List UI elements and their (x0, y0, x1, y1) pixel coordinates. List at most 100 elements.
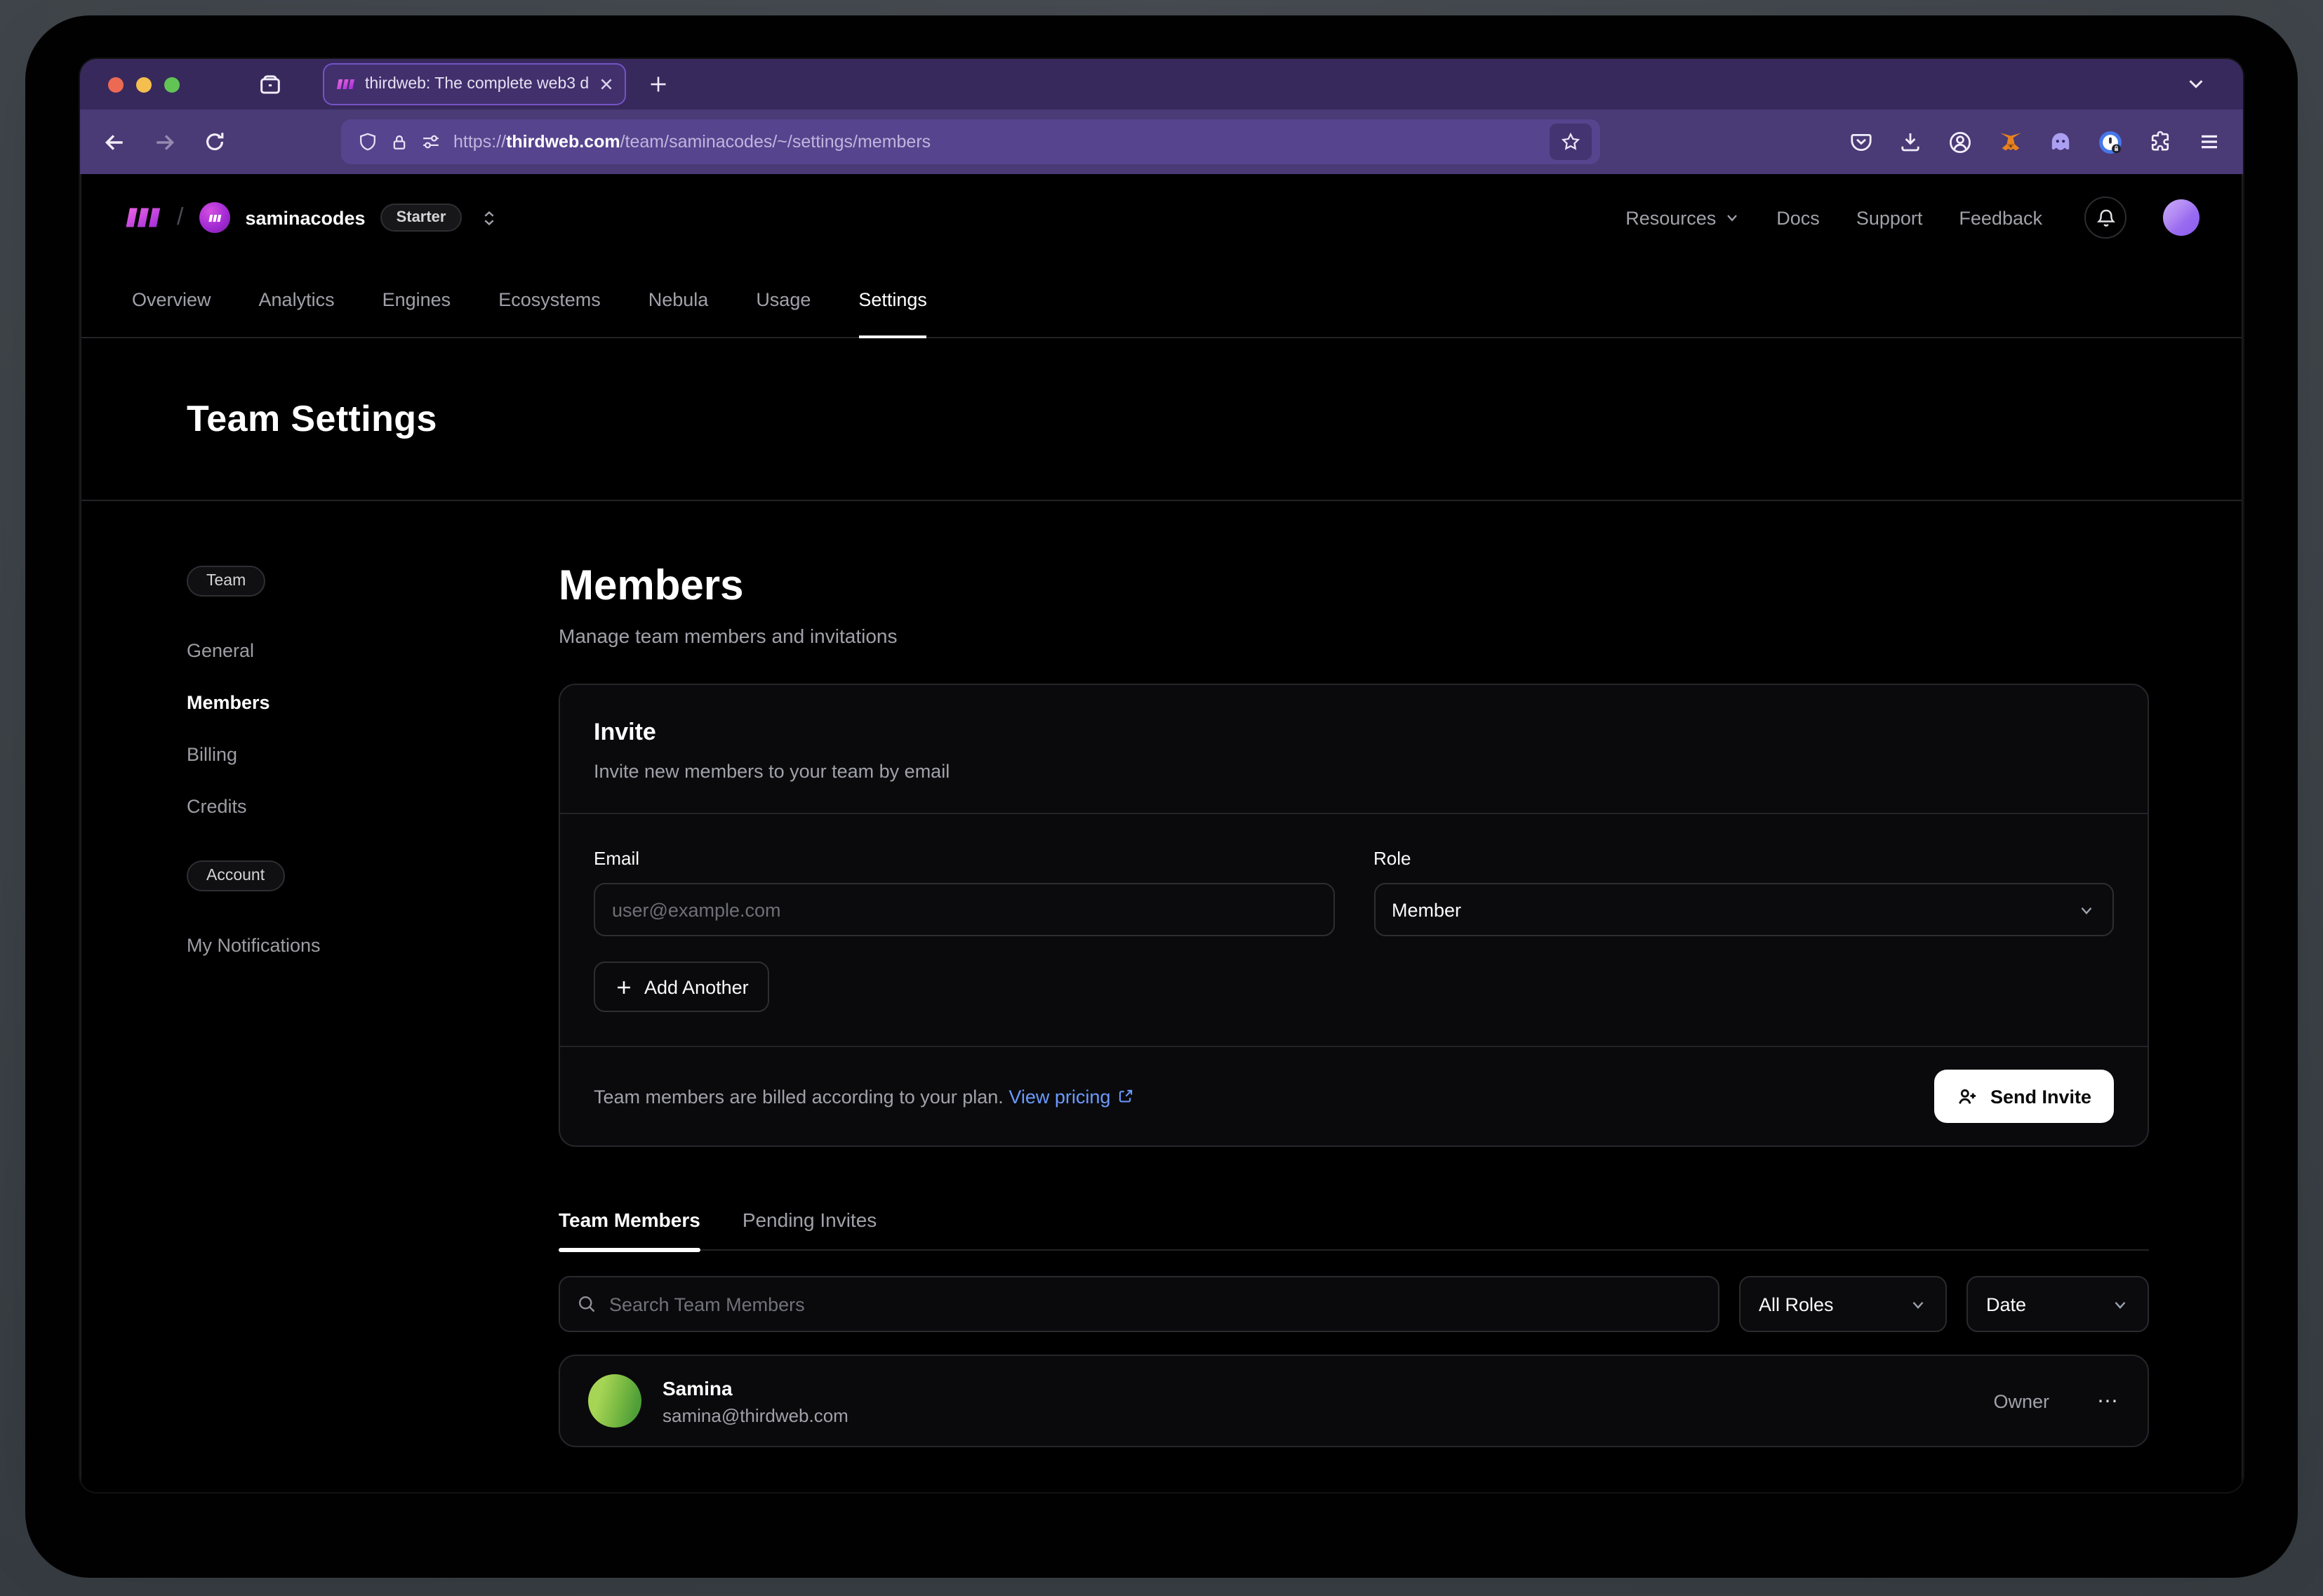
invite-description: Invite new members to your team by email (594, 761, 2114, 782)
browser-titlebar: thirdweb: The complete web3 d (80, 59, 2243, 109)
account-icon[interactable] (1948, 130, 1972, 154)
member-row: Samina samina@thirdweb.com Owner ⋯ (559, 1355, 2149, 1447)
external-link-icon (1117, 1088, 1134, 1105)
site-navbar: / saminacodes Starter Resources Doc (81, 174, 2242, 261)
email-field-group: Email (594, 848, 1334, 936)
sidebar-account-badge: Account (187, 860, 284, 891)
back-icon[interactable] (102, 130, 126, 154)
invite-card: Invite Invite new members to your team b… (559, 684, 2149, 1147)
support-link[interactable]: Support (1856, 207, 1923, 228)
url-text: https://thirdweb.com/team/saminacodes/~/… (453, 132, 931, 152)
tab-usage[interactable]: Usage (756, 261, 811, 337)
metamask-icon[interactable] (1999, 130, 2023, 154)
tab-settings[interactable]: Settings (858, 261, 927, 337)
resources-menu[interactable]: Resources (1625, 207, 1740, 228)
view-pricing-link[interactable]: View pricing (1009, 1086, 1134, 1107)
tab-overview[interactable]: Overview (132, 261, 211, 337)
role-filter-select[interactable]: All Roles (1739, 1276, 1947, 1332)
plus-icon (615, 978, 633, 996)
tab-analytics[interactable]: Analytics (259, 261, 335, 337)
sidebar-team-badge: Team (187, 566, 265, 597)
bookmark-star-icon[interactable] (1550, 124, 1592, 160)
phantom-icon[interactable] (2049, 131, 2072, 153)
members-panel: Members Manage team members and invitati… (559, 566, 2149, 1492)
member-actions-menu-icon[interactable]: ⋯ (2097, 1390, 2119, 1411)
permissions-icon[interactable] (421, 132, 441, 152)
downloads-icon[interactable] (1899, 131, 1922, 153)
tab-ecosystems[interactable]: Ecosystems (498, 261, 601, 337)
firefox-view-icon[interactable] (258, 72, 282, 96)
list-all-tabs-icon[interactable] (2185, 73, 2206, 94)
user-plus-icon (1957, 1086, 1978, 1107)
thirdweb-dashboard: / saminacodes Starter Resources Doc (80, 174, 2243, 1492)
member-name: Samina (663, 1376, 848, 1399)
tab-pending-invites[interactable]: Pending Invites (743, 1209, 877, 1249)
browser-tab[interactable]: thirdweb: The complete web3 d (324, 65, 625, 104)
chevron-down-icon (1723, 209, 1740, 226)
thirdweb-logo[interactable] (124, 206, 161, 229)
role-select[interactable]: Member (1373, 883, 2114, 936)
forward-icon[interactable] (153, 130, 177, 154)
settings-content: Team General Members Billing Credits Acc… (81, 501, 2242, 1492)
minimize-window-button[interactable] (136, 77, 152, 92)
sidebar-item-members[interactable]: Members (187, 679, 467, 726)
page-header: Team Settings (81, 338, 2242, 501)
plan-badge: Starter (381, 204, 462, 232)
tab-engines[interactable]: Engines (382, 261, 451, 337)
tab-team-members[interactable]: Team Members (559, 1209, 700, 1249)
browser-window: thirdweb: The complete web3 d (80, 59, 2243, 1492)
feedback-link[interactable]: Feedback (1959, 207, 2042, 228)
sidebar-account-items: My Notifications (187, 922, 467, 974)
member-email: samina@thirdweb.com (663, 1404, 848, 1425)
sidebar-item-credits[interactable]: Credits (187, 783, 467, 830)
tab-favicon-thirdweb-icon (335, 77, 355, 91)
role-select-value: Member (1392, 899, 1461, 920)
billing-note: Team members are billed according to you… (594, 1086, 1134, 1107)
member-avatar (588, 1374, 641, 1428)
date-sort-select[interactable]: Date (1966, 1276, 2149, 1332)
send-invite-button[interactable]: Send Invite (1934, 1070, 2114, 1123)
new-tab-button[interactable] (648, 74, 668, 94)
menu-hamburger-icon[interactable] (2198, 131, 2221, 153)
invite-form: Email Role Member (560, 813, 2148, 1046)
invite-card-header: Invite Invite new members to your team b… (560, 685, 2148, 813)
extensions-puzzle-icon[interactable] (2149, 131, 2171, 153)
window-controls (108, 77, 180, 92)
sidebar-item-notifications[interactable]: My Notifications (187, 922, 467, 969)
tab-close-icon[interactable] (599, 77, 613, 91)
brand-breadcrumb: / saminacodes Starter (124, 202, 498, 233)
role-label: Role (1373, 848, 2114, 869)
tab-nebula[interactable]: Nebula (648, 261, 709, 337)
add-another-button[interactable]: Add Another (594, 962, 770, 1012)
members-filter-row: All Roles Date (559, 1276, 2149, 1332)
notifications-bell-icon[interactable] (2084, 197, 2126, 239)
page-title: Team Settings (187, 397, 437, 441)
members-list-tabs: Team Members Pending Invites (559, 1209, 2149, 1251)
sidebar-item-general[interactable]: General (187, 627, 467, 674)
search-team-members-input[interactable] (609, 1294, 1701, 1315)
zoom-window-button[interactable] (164, 77, 180, 92)
tracking-shield-icon[interactable] (358, 132, 378, 152)
lock-icon[interactable] (390, 133, 408, 151)
breadcrumb-separator: / (177, 204, 183, 232)
team-avatar[interactable] (199, 202, 229, 233)
pocket-icon[interactable] (1850, 131, 1872, 153)
sidebar-item-billing[interactable]: Billing (187, 731, 467, 778)
settings-sidebar: Team General Members Billing Credits Acc… (187, 566, 467, 1492)
team-switcher-icon[interactable] (480, 208, 498, 227)
chevron-down-icon (2111, 1295, 2129, 1313)
reload-icon[interactable] (204, 131, 226, 153)
sidebar-team-items: General Members Billing Credits (187, 627, 467, 835)
chevron-down-icon (1909, 1295, 1927, 1313)
docs-link[interactable]: Docs (1776, 207, 1820, 228)
search-icon (577, 1294, 597, 1314)
url-bar[interactable]: https://thirdweb.com/team/saminacodes/~/… (341, 119, 1600, 164)
close-window-button[interactable] (108, 77, 124, 92)
user-avatar[interactable] (2163, 199, 2199, 236)
team-name[interactable]: saminacodes (245, 207, 365, 228)
onepassword-icon[interactable] (2098, 130, 2122, 154)
invite-card-footer: Team members are billed according to you… (560, 1046, 2148, 1145)
email-label: Email (594, 848, 1334, 869)
search-team-members-box[interactable] (559, 1276, 1719, 1332)
email-input[interactable] (594, 883, 1334, 936)
